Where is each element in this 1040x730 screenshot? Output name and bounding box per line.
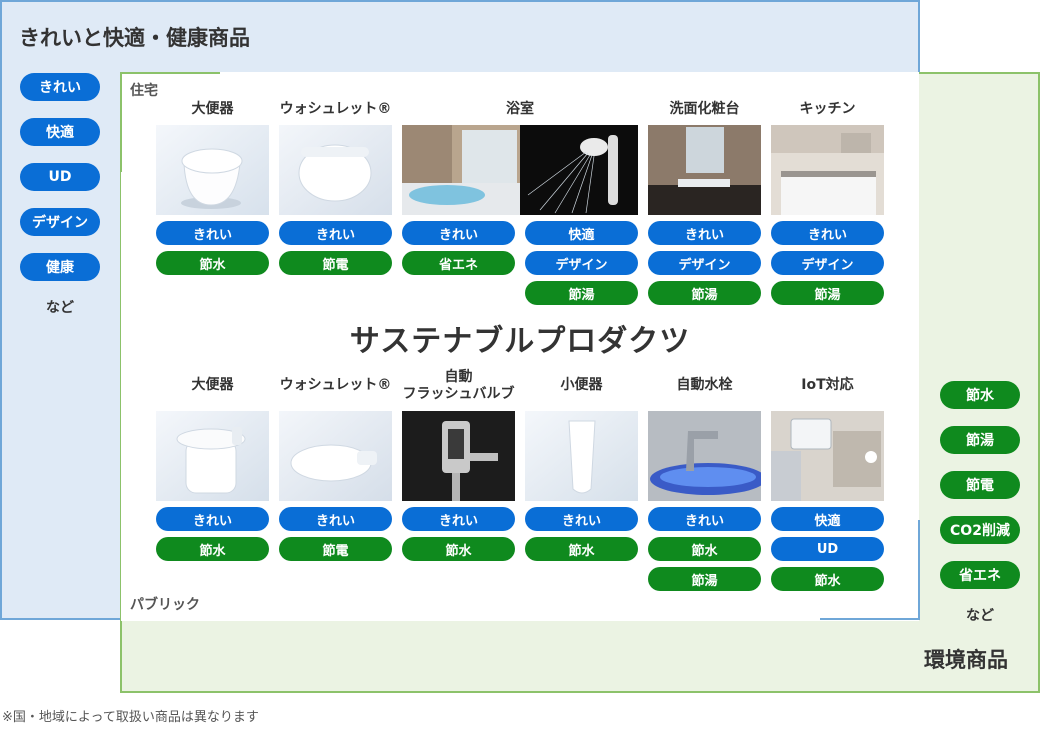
feature-tag-green: 節湯 — [525, 281, 638, 305]
feature-tag-blue: 快適 — [525, 221, 638, 245]
comfort-pill: きれい — [20, 73, 100, 101]
eco-pill: 節電 — [940, 471, 1020, 499]
comfort-region-edge — [918, 520, 920, 620]
feature-tag-green: 節湯 — [648, 281, 761, 305]
eco-region-title: 環境商品 — [924, 648, 1008, 672]
feature-tag-blue: きれい — [648, 507, 761, 531]
public-faucet-photo — [648, 411, 761, 501]
eco-pill: 節水 — [940, 381, 1020, 409]
feature-tag-blue: UD — [771, 537, 884, 561]
comfort-pill: 健康 — [20, 253, 100, 281]
comfort-etc-label: など — [46, 300, 74, 316]
public-faucet-title: 自動水栓 — [676, 377, 733, 393]
feature-tag-green: 節水 — [525, 537, 638, 561]
feature-tag-blue: きれい — [156, 221, 269, 245]
feature-tag-blue: きれい — [156, 507, 269, 531]
public-washlet-title: ウォシュレット® — [279, 377, 392, 393]
feature-tag-green: 節水 — [402, 537, 515, 561]
public-iot-title: IoT対応 — [801, 377, 854, 393]
residential-label: 住宅 — [130, 83, 158, 99]
comfort-pill: デザイン — [20, 208, 100, 236]
residential-vanity-title: 洗面化粧台 — [669, 101, 740, 117]
eco-etc-label: など — [966, 608, 994, 624]
eco-pill: CO2削減 — [940, 516, 1020, 544]
comfort-region-title: きれいと快適・健康商品 — [19, 26, 250, 50]
eco-region-edge — [120, 72, 220, 74]
public-flush-valve-title-line1: 自動 — [444, 369, 473, 385]
residential-washlet-photo — [279, 125, 392, 215]
feature-tag-green: 節電 — [279, 251, 392, 275]
residential-toilet-title: 大便器 — [191, 101, 234, 117]
sustainable-products-title: サステナブルプロダクツ — [349, 324, 691, 359]
comfort-pill: UD — [20, 163, 100, 191]
feature-tag-green: 節電 — [279, 537, 392, 561]
eco-pill: 省エネ — [940, 561, 1020, 589]
feature-tag-blue: きれい — [279, 507, 392, 531]
residential-kitchen-title: キッチン — [799, 101, 856, 117]
footnote: ※国・地域によって取扱い商品は異なります — [2, 710, 259, 725]
eco-pill: 節湯 — [940, 426, 1020, 454]
feature-tag-blue: きれい — [402, 221, 515, 245]
feature-tag-blue: デザイン — [771, 251, 884, 275]
public-washlet-photo — [279, 411, 392, 501]
comfort-region-edge — [820, 618, 920, 620]
feature-tag-blue: きれい — [279, 221, 392, 245]
feature-tag-green: 省エネ — [402, 251, 515, 275]
feature-tag-blue: 快適 — [771, 507, 884, 531]
feature-tag-blue: きれい — [648, 221, 761, 245]
residential-toilet-photo — [156, 125, 269, 215]
public-label: パブリック — [130, 597, 200, 613]
feature-tag-blue: きれい — [771, 221, 884, 245]
public-flush-valve-title-line2: フラッシュバルブ — [402, 386, 515, 402]
feature-tag-green: 節水 — [156, 251, 269, 275]
feature-tag-blue: デザイン — [525, 251, 638, 275]
feature-tag-green: 節水 — [156, 537, 269, 561]
residential-washlet-title: ウォシュレット® — [279, 101, 392, 117]
feature-tag-blue: きれい — [402, 507, 515, 531]
feature-tag-blue: デザイン — [648, 251, 761, 275]
public-urinal-photo — [525, 411, 638, 501]
public-toilet-photo — [156, 411, 269, 501]
eco-region-edge — [120, 72, 122, 172]
residential-shower-photo — [520, 125, 638, 215]
feature-tag-green: 節水 — [771, 567, 884, 591]
feature-tag-green: 節湯 — [771, 281, 884, 305]
residential-kitchen-photo — [771, 125, 884, 215]
feature-tag-green: 節湯 — [648, 567, 761, 591]
residential-vanity-photo — [648, 125, 761, 215]
comfort-pill: 快適 — [20, 118, 100, 146]
feature-tag-green: 節水 — [648, 537, 761, 561]
public-toilet-title: 大便器 — [191, 377, 234, 393]
public-flush-valve-photo — [402, 411, 515, 501]
feature-tag-blue: きれい — [525, 507, 638, 531]
residential-bathroom-photo — [402, 125, 520, 215]
residential-bathroom-title: 浴室 — [506, 101, 534, 117]
public-iot-photo — [771, 411, 884, 501]
public-urinal-title: 小便器 — [560, 377, 603, 393]
